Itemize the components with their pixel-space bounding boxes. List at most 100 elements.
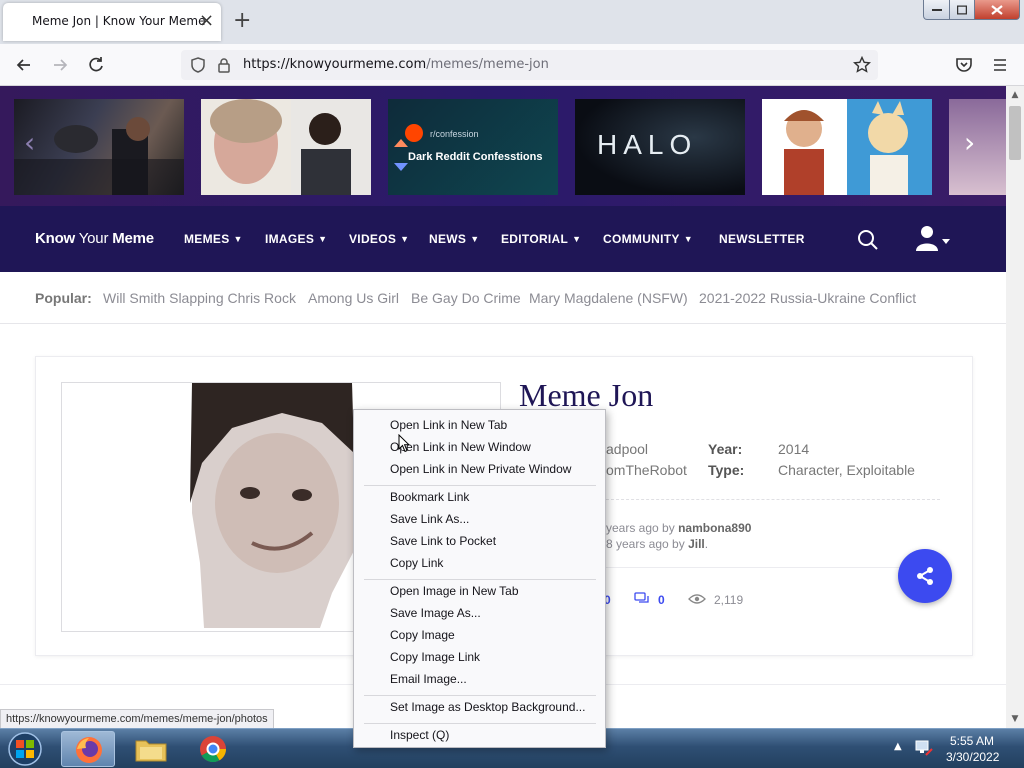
network-icon[interactable]	[914, 739, 934, 757]
share-icon	[917, 567, 933, 585]
tab-close-icon[interactable]: ×	[199, 11, 214, 31]
site-logo[interactable]: Know Your Meme	[35, 230, 154, 247]
shield-icon[interactable]	[189, 56, 207, 74]
site-nav: Know Your Meme MEMES ▼ IMAGES ▼ VIDEOS ▼ NE…	[0, 206, 1006, 272]
pocket-icon[interactable]	[954, 55, 974, 75]
window-close-button[interactable]	[974, 0, 1020, 20]
menu-open-link-new-tab[interactable]: Open Link in New Tab	[355, 414, 605, 436]
start-button[interactable]	[2, 730, 48, 768]
nav-community[interactable]: COMMUNITY ▼	[603, 232, 693, 246]
menu-copy-link[interactable]: Copy Link	[355, 552, 605, 574]
url-bar[interactable]: https://knowyourmeme.com/memes/meme-jon	[181, 50, 878, 80]
chevron-down-icon: ▼	[318, 234, 328, 244]
restore-icon	[957, 5, 967, 14]
nav-memes[interactable]: MEMES ▼	[184, 232, 243, 246]
popular-link[interactable]: 2021-2022 Russia-Ukraine Conflict	[699, 290, 916, 306]
clock-date[interactable]: 3/30/2022	[946, 750, 999, 764]
reload-icon[interactable]	[86, 55, 106, 75]
views-eye-icon	[688, 594, 706, 604]
taskbar-explorer-button[interactable]	[124, 731, 178, 767]
menu-email-image[interactable]: Email Image...	[355, 668, 605, 690]
carousel-image-faces	[210, 99, 371, 195]
taskbar-firefox-button[interactable]	[61, 731, 115, 767]
nav-newsletter[interactable]: NEWSLETTER	[719, 232, 805, 246]
carousel-thumb-faces[interactable]	[201, 99, 371, 195]
carousel-prev-icon[interactable]: ‹	[24, 126, 35, 159]
context-menu: Open Link in New Tab Open Link in New Wi…	[353, 409, 606, 748]
menu-set-desktop-background[interactable]: Set Image as Desktop Background...	[355, 696, 605, 718]
menu-copy-image[interactable]: Copy Image	[355, 624, 605, 646]
meta-partial-value: omTheRobot	[606, 462, 687, 478]
share-button[interactable]	[898, 549, 952, 603]
page-scrollbar[interactable]: ▲ ▼	[1006, 86, 1024, 728]
lock-icon[interactable]	[217, 57, 231, 73]
stats-divider	[606, 567, 940, 568]
menu-save-image-as[interactable]: Save Image As...	[355, 602, 605, 624]
system-tray: ▲ 5:55 AM 3/30/2022	[886, 729, 1024, 768]
carousel-image-cartoon	[784, 99, 932, 195]
popular-label: Popular:	[35, 290, 92, 306]
year-label: Year:	[708, 441, 743, 457]
year-value: 2014	[778, 441, 810, 457]
nav-editorial[interactable]: EDITORIAL ▼	[501, 232, 581, 246]
chevron-down-icon: ▼	[400, 234, 410, 244]
updated-user-link[interactable]: nambona890	[678, 521, 751, 535]
carousel-thumb-slap[interactable]	[14, 99, 184, 195]
added-text: 8 years ago by Jill.	[606, 537, 709, 551]
menu-save-link-as[interactable]: Save Link As...	[355, 508, 605, 530]
browser-tab-active[interactable]: Meme Jon | Know Your Meme ×	[3, 3, 221, 41]
carousel-thumb-cartoon[interactable]	[762, 99, 932, 195]
comments-count[interactable]: 0	[658, 593, 665, 607]
comments-icon[interactable]	[634, 592, 650, 606]
clock-time[interactable]: 5:55 AM	[950, 734, 994, 748]
menu-inspect[interactable]: Inspect (Q)	[355, 724, 605, 746]
scroll-down-icon[interactable]: ▼	[1006, 710, 1024, 728]
carousel-caption-reddit: Dark Reddit Confesstions	[408, 151, 543, 163]
added-user-link[interactable]: Jill	[688, 537, 705, 551]
chevron-down-icon: ▼	[683, 234, 693, 244]
scroll-thumb[interactable]	[1009, 106, 1021, 160]
popular-link[interactable]: Mary Magdalene (NSFW)	[529, 290, 688, 306]
windows-logo-icon	[8, 732, 42, 766]
carousel-thumb-partial[interactable]	[949, 99, 1006, 195]
nav-news[interactable]: NEWS ▼	[429, 232, 479, 246]
scroll-up-icon[interactable]: ▲	[1006, 86, 1024, 104]
carousel-next-icon[interactable]: ›	[964, 126, 975, 159]
tab-title: Meme Jon | Know Your Meme	[32, 14, 206, 28]
minimize-icon	[931, 8, 942, 11]
window-restore-button[interactable]	[949, 0, 975, 20]
popular-link[interactable]: Will Smith Slapping Chris Rock	[103, 290, 296, 306]
nav-images[interactable]: IMAGES ▼	[265, 232, 327, 246]
forward-arrow-icon[interactable]	[50, 55, 70, 75]
type-label: Type:	[708, 462, 745, 478]
window-minimize-button[interactable]	[923, 0, 950, 20]
type-value[interactable]: Character, Exploitable	[778, 462, 915, 478]
folder-icon	[135, 740, 167, 762]
nav-videos[interactable]: VIDEOS ▼	[349, 232, 409, 246]
tray-expand-icon[interactable]: ▲	[894, 741, 902, 752]
carousel-thumb-reddit[interactable]: r/confession Dark Reddit Confesstions	[388, 99, 558, 195]
bookmark-star-icon[interactable]	[853, 56, 871, 74]
chevron-down-icon: ▼	[233, 234, 243, 244]
new-tab-icon[interactable]: +	[233, 8, 251, 34]
search-icon[interactable]	[857, 229, 879, 251]
popular-link[interactable]: Among Us Girl	[308, 290, 399, 306]
browser-toolbar: https://knowyourmeme.com/memes/meme-jon	[0, 44, 1024, 86]
menu-open-link-private-window[interactable]: Open Link in New Private Window	[355, 458, 605, 480]
menu-bookmark-link[interactable]: Bookmark Link	[355, 486, 605, 508]
carousel-image-reddit	[394, 124, 423, 171]
popular-bar: Popular: Will Smith Slapping Chris Rock …	[0, 272, 1006, 324]
menu-open-image-new-tab[interactable]: Open Image in New Tab	[355, 580, 605, 602]
user-account-icon[interactable]	[916, 225, 952, 253]
chevron-down-icon: ▼	[470, 234, 480, 244]
carousel-thumb-halo[interactable]: HALO	[575, 99, 745, 195]
popular-link[interactable]: Be Gay Do Crime	[411, 290, 521, 306]
menu-save-link-to-pocket[interactable]: Save Link to Pocket	[355, 530, 605, 552]
menu-open-link-new-window[interactable]: Open Link in New Window	[355, 436, 605, 458]
menu-copy-image-link[interactable]: Copy Image Link	[355, 646, 605, 668]
close-icon	[991, 4, 1003, 15]
hamburger-menu-icon[interactable]	[990, 55, 1010, 75]
back-arrow-icon[interactable]	[14, 55, 34, 75]
taskbar-chrome-button[interactable]	[186, 731, 240, 767]
url-text: https://knowyourmeme.com/memes/meme-jon	[243, 57, 549, 72]
